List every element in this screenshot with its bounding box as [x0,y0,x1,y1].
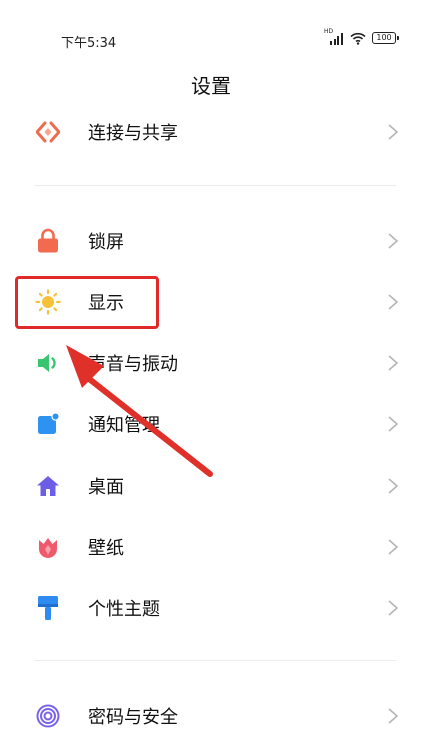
settings-item-label: 壁纸 [88,538,124,559]
battery-icon: 100 [372,32,399,44]
settings-item-home-screen[interactable]: 桌面 [0,458,422,514]
settings-item-lock-screen[interactable]: 锁屏 [0,213,422,269]
settings-item-label: 密码与安全 [88,707,178,728]
status-icons: HD 100 [324,28,399,45]
chevron-right-icon [388,355,399,371]
settings-item-notifications[interactable]: 通知管理 [0,396,422,452]
chevron-right-icon [388,478,399,494]
highlight-box [15,276,159,329]
section-divider [34,185,396,186]
tulip-icon [35,534,61,560]
settings-item-label: 连接与共享 [88,123,178,144]
page-title: 设置 [191,74,231,98]
notification-icon [35,411,61,437]
paintbrush-icon [35,595,61,621]
chevron-right-icon [388,416,399,432]
status-time: 下午5:34 [61,36,117,51]
connection-share-icon [35,119,61,145]
settings-item-themes[interactable]: 个性主题 [0,580,422,636]
settings-item-sound-vibration[interactable]: 声音与振动 [0,335,422,391]
chevron-right-icon [388,708,399,724]
speaker-icon [35,350,61,376]
chevron-right-icon [388,539,399,555]
chevron-right-icon [388,294,399,310]
settings-item-label: 个性主题 [88,599,160,620]
wifi-icon [350,32,366,45]
lock-icon [35,228,61,254]
settings-item-label: 桌面 [88,477,124,498]
settings-item-connection-share[interactable]: 连接与共享 [0,104,422,160]
section-divider [34,660,396,661]
chevron-right-icon [388,124,399,140]
chevron-right-icon [388,600,399,616]
chevron-right-icon [388,233,399,249]
settings-item-label: 锁屏 [88,232,124,253]
settings-item-wallpaper[interactable]: 壁纸 [0,519,422,575]
fingerprint-icon [35,703,61,729]
settings-item-password-security[interactable]: 密码与安全 [0,688,422,732]
status-bar: 下午5:34 HD 100 [0,0,422,80]
home-icon [35,473,61,499]
cellular-signal-icon: HD [324,28,344,45]
settings-item-label: 通知管理 [88,415,160,436]
settings-item-label: 声音与振动 [88,354,178,375]
